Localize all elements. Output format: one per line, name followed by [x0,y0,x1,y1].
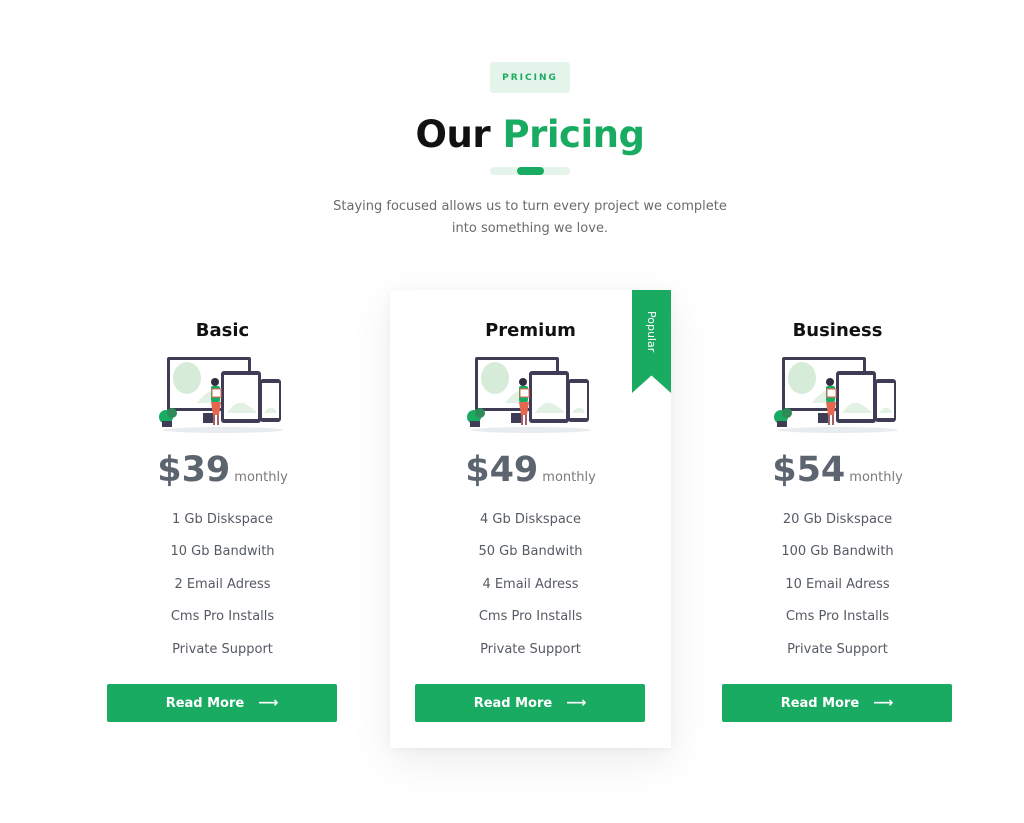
title-part1: Our [415,113,491,156]
feature-item: 10 Email Adress [785,576,890,592]
feature-item: 20 Gb Diskspace [782,512,893,527]
feature-item: 1 Gb Diskspace [172,512,273,527]
feature-item: Private Support [787,641,888,657]
feature-list: 20 Gb Diskspace 100 Gb Bandwith 10 Email… [697,509,978,671]
price-row: $54 monthly [697,450,978,490]
read-more-button-basic[interactable]: Read More ⟶ [107,684,337,722]
devices-illustration-icon [467,357,591,433]
feature-list: 1 Gb Diskspace 10 Gb Bandwith 2 Email Ad… [82,509,363,671]
feature-item: 2 Email Adress [174,576,271,592]
feature-item: Private Support [480,641,581,657]
feature-item: 4 Email Adress [482,576,579,592]
feature-item: Cms Pro Installs [170,609,275,625]
title-part2: Pricing [502,113,645,156]
feature-item: 10 Gb Bandwith [170,544,275,560]
title-underline-bar [517,167,544,175]
feature-item: 100 Gb Bandwith [781,544,894,560]
price-value: $39 [157,450,231,490]
price-value: $49 [465,450,539,490]
price-period: monthly [849,470,903,485]
pricing-card-basic: Basic $39 monthly 1 Gb Diskspace 10 Gb B… [82,290,363,748]
price-period: monthly [542,470,596,485]
button-label: Read More [165,695,245,711]
feature-item: 50 Gb Bandwith [478,544,583,560]
plan-name: Business [792,320,883,341]
price-value: $54 [772,450,846,490]
section-subtitle: Staying focused allows us to turn every … [333,199,727,236]
price-row: $39 monthly [82,450,363,490]
arrow-right-icon: ⟶ [873,695,894,711]
button-label: Read More [780,695,860,711]
devices-illustration-icon [774,357,898,433]
pricing-card-premium: Popular Premium $49 monthly 4 Gb Diskspa… [390,290,671,748]
arrow-right-icon: ⟶ [258,695,279,711]
section-badge: PRICING [490,62,570,93]
plan-name: Basic [195,320,250,341]
feature-list: 4 Gb Diskspace 50 Gb Bandwith 4 Email Ad… [390,509,671,671]
read-more-button-business[interactable]: Read More ⟶ [722,684,952,722]
feature-item: Private Support [172,641,273,657]
price-row: $49 monthly [390,450,671,490]
feature-item: 4 Gb Diskspace [480,512,581,527]
feature-item: Cms Pro Installs [478,609,583,625]
read-more-button-premium[interactable]: Read More ⟶ [415,684,645,722]
button-label: Read More [473,695,553,711]
price-period: monthly [234,470,288,485]
pricing-card-business: Business $54 monthly 20 Gb Diskspace 100… [697,290,978,748]
feature-item: Cms Pro Installs [785,609,890,625]
page-title: Our Pricing [0,113,1024,156]
arrow-right-icon: ⟶ [566,695,587,711]
badge-label: PRICING [502,72,558,83]
popular-ribbon: Popular [632,290,671,393]
devices-illustration-icon [159,357,283,433]
plan-name: Premium [485,320,576,341]
